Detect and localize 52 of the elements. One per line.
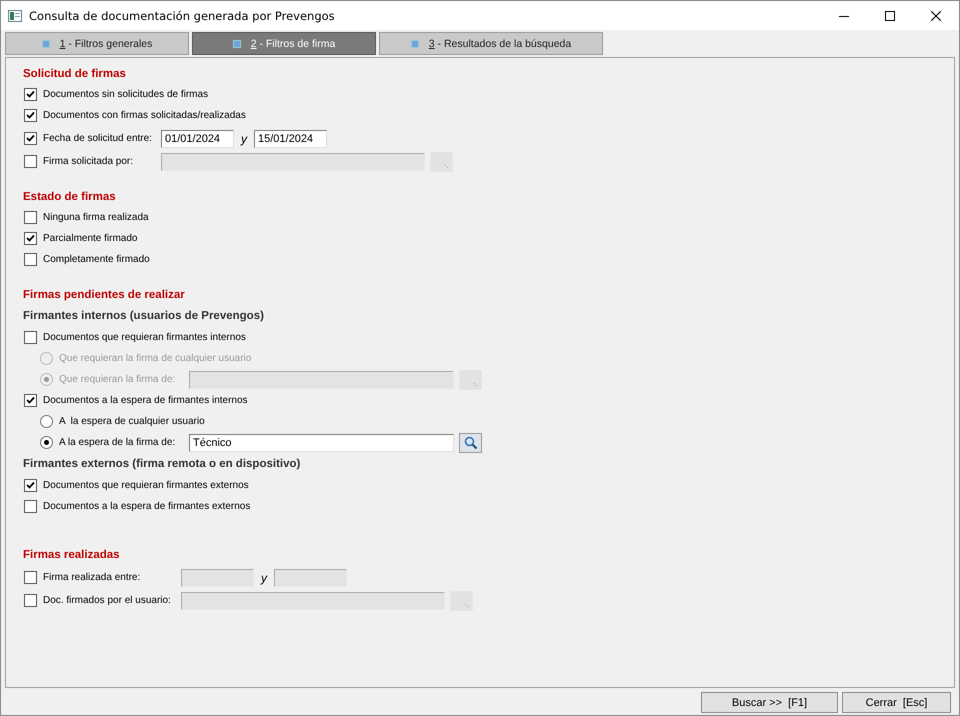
section-heading: Firmas pendientes de realizar — [23, 288, 185, 303]
maximize-icon[interactable] — [885, 10, 895, 20]
tab[interactable]: 1 - Filtros generales — [5, 32, 189, 55]
range-separator: y — [239, 132, 248, 146]
checkbox-label[interactable]: Firma realizada entre: — [43, 572, 181, 583]
checkbox[interactable] — [24, 331, 37, 344]
section-heading: Firmas realizadas — [23, 548, 120, 563]
radio-label[interactable]: A la espera de la firma de: — [59, 437, 189, 448]
checkbox[interactable] — [24, 88, 37, 101]
date-field[interactable]: 01/01/2024 — [161, 130, 234, 148]
checkbox-label[interactable]: Documentos que requieran firmantes internos — [43, 332, 246, 343]
checkbox[interactable] — [24, 109, 37, 122]
range-separator: y — [259, 570, 268, 584]
checkbox[interactable] — [24, 394, 37, 407]
checkbox-label[interactable]: Parcialmente firmado — [43, 233, 138, 244]
checkbox[interactable] — [24, 594, 37, 607]
checkbox-label[interactable]: Ninguna firma realizada — [43, 212, 149, 223]
checkbox-label[interactable]: Documentos a la espera de firmantes internos — [43, 395, 248, 406]
checkbox[interactable] — [24, 155, 37, 168]
checkbox-label[interactable]: Documentos con firmas solicitadas/realizadas — [43, 110, 246, 121]
radio-label[interactable]: A la espera de cualquier usuario — [59, 416, 205, 427]
checkbox-label[interactable]: Doc. firmados por el usuario: — [43, 595, 181, 606]
checkbox[interactable] — [24, 132, 37, 145]
checkbox-label[interactable]: Firma solicitada por: — [43, 156, 161, 167]
date-field[interactable]: 15/01/2024 — [254, 130, 327, 148]
radio-button[interactable] — [40, 415, 53, 428]
checkbox[interactable] — [24, 232, 37, 245]
tab[interactable]: 2 - Filtros de firma — [192, 32, 376, 55]
search-icon — [464, 436, 478, 450]
close-icon[interactable] — [931, 10, 941, 20]
subsection-heading: Firmantes externos (firma remota o en dispositivo) — [23, 457, 300, 472]
section-heading: Solicitud de firmas — [23, 67, 126, 82]
subsection-heading: Firmantes internos (usuarios de Prevengos) — [23, 309, 264, 324]
window-title: Consulta de documentación generada por Prevengos — [29, 8, 335, 22]
lookup-field[interactable]: Técnico — [189, 434, 454, 452]
checkbox-label[interactable]: Completamente firmado — [43, 254, 150, 265]
checkbox-label[interactable]: Fecha de solicitud entre: — [43, 133, 161, 144]
lookup-button[interactable] — [459, 432, 482, 452]
footer-button[interactable]: Buscar >> [F1] — [701, 692, 838, 713]
radio-button[interactable] — [40, 436, 53, 449]
checkbox-label[interactable]: Documentos a la espera de firmantes externos — [43, 501, 250, 512]
footer-button[interactable]: Cerrar [Esc] — [842, 692, 951, 713]
tab[interactable]: 3 - Resultados de la búsqueda — [379, 32, 603, 55]
section-heading: Estado de firmas — [23, 190, 116, 205]
checkbox-label[interactable]: Documentos que requieran firmantes externos — [43, 480, 249, 491]
checkbox-label[interactable]: Documentos sin solicitudes de firmas — [43, 89, 208, 100]
checkbox[interactable] — [24, 211, 37, 224]
checkbox[interactable] — [24, 479, 37, 492]
app-icon — [8, 10, 22, 22]
checkbox[interactable] — [24, 500, 37, 513]
checkbox[interactable] — [24, 571, 37, 584]
checkbox[interactable] — [24, 253, 37, 266]
